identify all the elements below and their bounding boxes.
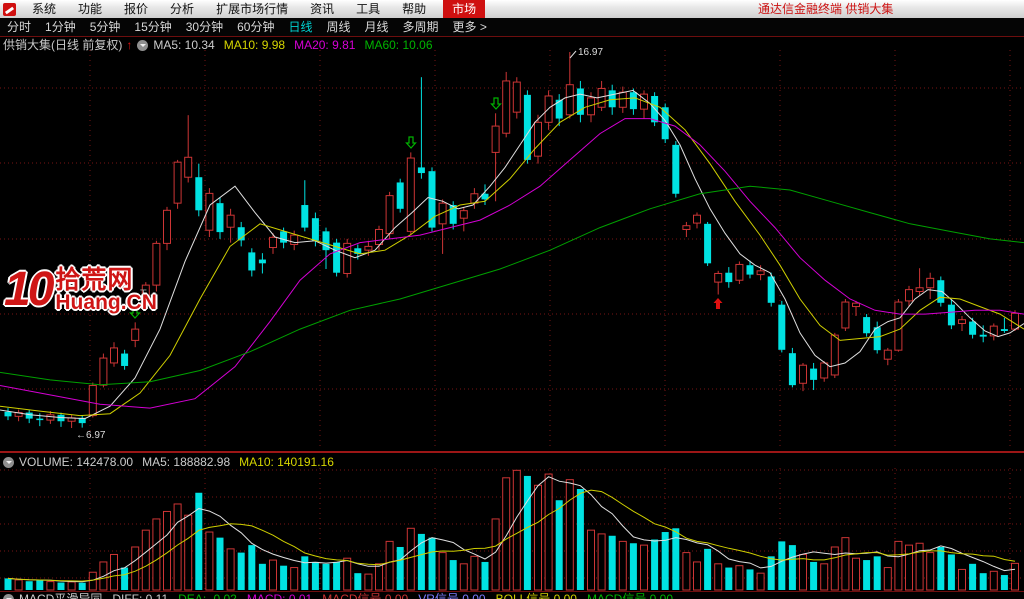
value-token: VOLUME: 142478.00 bbox=[19, 455, 134, 469]
ma-value-labels: MA5: 10.34 MA10: 9.98 MA20: 9.81 MA60: 10.0… bbox=[153, 38, 441, 52]
period-item-60分钟[interactable]: 60分钟 bbox=[230, 19, 281, 36]
volume-info-row: VOLUME: 142478.00 MA5: 188882.98 MA10: 140… bbox=[3, 456, 343, 469]
menu-items: 系统 功能 报价 分析 扩展市场行情 资讯 工具 帮助 市场 bbox=[21, 0, 486, 18]
period-item-1分钟[interactable]: 1分钟 bbox=[38, 19, 83, 36]
period-item-多周期[interactable]: 多周期 bbox=[396, 19, 446, 36]
value-token: MA5: 188882.98 bbox=[142, 455, 231, 469]
collapse-volume-icon[interactable] bbox=[3, 457, 14, 468]
value-token: MA20: 9.81 bbox=[294, 38, 356, 52]
value-token: VR信号 0.00 bbox=[418, 592, 486, 599]
menu-bar: 系统 功能 报价 分析 扩展市场行情 资讯 工具 帮助 市场 通达信金融终端 供销大集 bbox=[0, 0, 1024, 18]
value-token: MA10: 140191.16 bbox=[239, 455, 334, 469]
up-arrow-icon: ↑ bbox=[126, 38, 133, 52]
value-token: MACD信号 0.00 bbox=[587, 592, 674, 599]
period-item-30分钟[interactable]: 30分钟 bbox=[179, 19, 230, 36]
period-item-周线[interactable]: 周线 bbox=[319, 19, 357, 36]
period-bar: 分时 1分钟 5分钟 15分钟 30分钟 60分钟 日线 周线 月线 多周期 更多 > bbox=[0, 18, 1024, 37]
menu-item-系统[interactable]: 系统 bbox=[21, 0, 67, 18]
svg-text:16.97: 16.97 bbox=[578, 47, 603, 58]
menu-item-active[interactable]: 市场 bbox=[443, 0, 486, 18]
value-token: MACD平滑异同 bbox=[19, 592, 103, 599]
macd-indicator-row-clipped: MACD平滑异同 DIFF: 0.11 DEA: -0.02 MACD: 0.01 MA… bbox=[0, 591, 1024, 599]
trading-terminal-window: 系统 功能 报价 分析 扩展市场行情 资讯 工具 帮助 市场 通达信金融终端 供销大集 分时 1分… bbox=[0, 0, 1024, 599]
menu-item-报价[interactable]: 报价 bbox=[113, 0, 159, 18]
collapse-pane-icon[interactable] bbox=[137, 40, 149, 51]
value-token: BOLL信号 0.00 bbox=[495, 592, 577, 599]
period-item-15分钟[interactable]: 15分钟 bbox=[127, 19, 178, 36]
svg-text:T: T bbox=[140, 288, 147, 300]
value-token: MACD: 0.01 bbox=[246, 592, 313, 599]
chart-info-row: 供销大集(日线 前复权) ↑ MA5: 10.34 MA10: 9.98 MA20: 9… bbox=[3, 39, 442, 52]
menu-item-帮助[interactable]: 帮助 bbox=[391, 0, 437, 18]
value-token: MA60: 10.06 bbox=[364, 38, 433, 52]
menu-item-工具[interactable]: 工具 bbox=[345, 0, 391, 18]
menu-item-分析[interactable]: 分析 bbox=[159, 0, 205, 18]
volume-value-labels: VOLUME: 142478.00 MA5: 188882.98 MA10: 140… bbox=[19, 455, 343, 469]
value-token: MA5: 10.34 bbox=[153, 38, 215, 52]
window-title: 通达信金融终端 供销大集 bbox=[758, 2, 894, 16]
period-item-月线[interactable]: 月线 bbox=[358, 19, 396, 36]
value-token: DEA: -0.02 bbox=[178, 592, 237, 599]
period-item-分时[interactable]: 分时 bbox=[0, 19, 38, 36]
menu-item-扩展市场行情[interactable]: 扩展市场行情 bbox=[205, 0, 299, 18]
stock-title: 供销大集(日线 前复权) bbox=[3, 38, 123, 52]
value-token: MA10: 9.98 bbox=[223, 38, 286, 52]
value-token: DIFF: 0.11 bbox=[112, 592, 169, 599]
value-token: MACD信号 0.00 bbox=[322, 592, 409, 599]
candlestick-chart[interactable]: T 16.97 ←6.97 bbox=[0, 0, 1024, 599]
period-item-更多 >[interactable]: 更多 > bbox=[446, 19, 494, 36]
period-item-日线[interactable]: 日线 bbox=[281, 19, 319, 36]
collapse-indicator-icon[interactable] bbox=[3, 594, 14, 599]
svg-text:←6.97: ←6.97 bbox=[76, 430, 106, 441]
menu-item-资讯[interactable]: 资讯 bbox=[299, 0, 345, 18]
indicator-value-labels: MACD平滑异同 DIFF: 0.11 DEA: -0.02 MACD: 0.01 MA… bbox=[19, 592, 683, 599]
menu-item-功能[interactable]: 功能 bbox=[67, 0, 113, 18]
period-item-5分钟[interactable]: 5分钟 bbox=[83, 19, 128, 36]
app-logo-icon bbox=[3, 2, 16, 16]
